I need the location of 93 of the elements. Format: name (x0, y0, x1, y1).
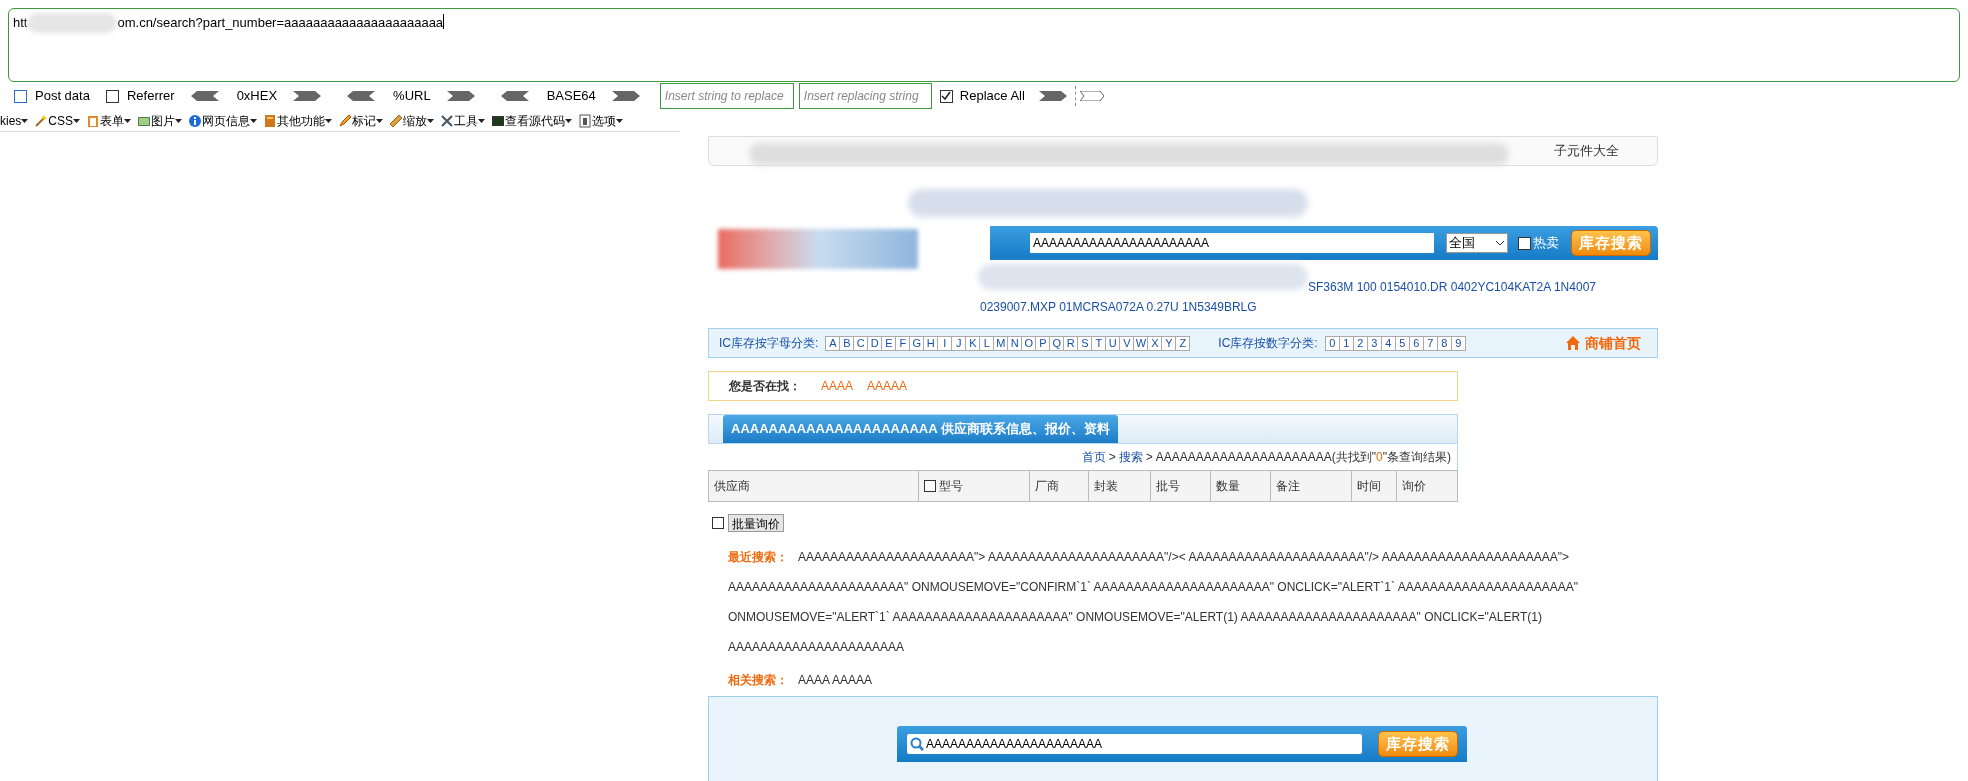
hot-keyword-link[interactable]: 0239007.MXP 01MCRSA072A 0.27U 1N5349BRLG (980, 298, 1257, 316)
right-arrow-icon[interactable] (293, 91, 322, 101)
checkbox[interactable] (1518, 236, 1531, 250)
column-header: 数量 (1209, 471, 1271, 501)
menu-item[interactable]: kies (0, 111, 29, 130)
checkbox[interactable] (712, 517, 724, 529)
column-header: 厂商 (1029, 471, 1088, 501)
chevron-icon (1495, 240, 1505, 246)
caret-icon (325, 118, 333, 123)
menu-item[interactable]: 标记 (352, 111, 384, 130)
related-search-text: AAAA AAAAA (798, 672, 873, 689)
caret-icon (616, 118, 624, 123)
menu-item[interactable]: 表单 (100, 111, 132, 130)
left-arrow-icon[interactable] (500, 91, 529, 101)
menu-item[interactable]: 查看源代码 (505, 111, 573, 130)
checkbox[interactable] (14, 89, 27, 103)
info-icon (188, 113, 203, 128)
search-field[interactable]: AAAAAAAAAAAAAAAAAAAAAA (907, 734, 1362, 754)
checkbox[interactable] (939, 89, 953, 103)
recent-search-text: ONMOUSEMOVE="ALERT`1` AAAAAAAAAAAAAAAAAAAAAA" ONMOUSEMOVE="ALERT(1) AAAAAAAAAAAAAAAAAAAAAA" ONCLICK="ALERT(1) (728, 609, 1542, 626)
right-arrow-icon[interactable] (446, 91, 475, 101)
replace-field[interactable]: Insert string to replace (659, 83, 794, 109)
url-field[interactable]: htt om.cn/search?part_number=aaaaaaaaaaaaaaaaaaaaaa (8, 8, 1960, 82)
digit-link[interactable]: 0 (1324, 335, 1340, 351)
caret-icon (175, 118, 183, 123)
pencil-icon (338, 113, 353, 128)
encoder-label: BASE64 (546, 87, 596, 106)
recent-search-text: AAAAAAAAAAAAAAAAAAAAAA"> AAAAAAAAAAAAAAAAAAAAAA"/>< AAAAAAAAAAAAAAAAAAAAAA"/> AAAAAAAAAAAAAAAAAAAAAA"> (798, 549, 1570, 566)
wand-icon (34, 113, 49, 128)
recent-search-label: 最近搜索： (728, 549, 788, 566)
result-count: 0 (1376, 449, 1383, 466)
search-icon (910, 737, 924, 751)
related-search-label: 相关搜索： (728, 672, 788, 689)
option-label[interactable]: Referrer (126, 86, 175, 106)
category-label: IC库存按字母分类: (719, 335, 819, 352)
recent-search-text: AAAAAAAAAAAAAAAAAAAAAA (728, 639, 905, 656)
menu-item[interactable]: CSS (48, 111, 81, 130)
checkbox[interactable] (105, 89, 119, 103)
breadcrumb-separator: > (1108, 449, 1116, 466)
right-arrow-icon[interactable] (1079, 91, 1104, 101)
breadcrumb-separator: > (1145, 449, 1153, 466)
caret-icon (478, 118, 486, 123)
checkbox-label[interactable]: 热卖 (1533, 233, 1559, 253)
caret-icon (73, 118, 81, 123)
menu-item[interactable]: 网页信息 (202, 111, 258, 130)
column-header: 时间 (1351, 471, 1397, 501)
recent-search-text: AAAAAAAAAAAAAAAAAAAAAA" ONMOUSEMOVE="CONFIRM`1` AAAAAAAAAAAAAAAAAAAAAA" ONCLICK="ALERT`1` AAAAAAAAAAAAAAAAAAAAAA" (728, 579, 1579, 596)
caret-icon (565, 118, 573, 123)
menu-item[interactable]: 图片 (151, 111, 183, 130)
home-icon (1565, 335, 1581, 351)
column-header: 询价 (1396, 471, 1457, 501)
option-label[interactable]: Replace All (959, 86, 1025, 106)
column-header: 型号 (918, 471, 1030, 501)
column-header: 批号 (1149, 471, 1210, 501)
option-label[interactable]: Post data (35, 86, 90, 106)
left-arrow-icon[interactable] (347, 91, 376, 101)
menu-item[interactable]: 其他功能 (277, 111, 333, 130)
page-icon (578, 113, 593, 128)
breadcrumb-text: "条查询结果) (1382, 449, 1451, 466)
breadcrumb-text: AAAAAAAAAAAAAAAAAAAAAA(共找到" (1155, 449, 1377, 466)
caret-icon (124, 118, 132, 123)
category-label: IC库存按数字分类: (1218, 335, 1318, 352)
column-header: 封装 (1087, 471, 1150, 501)
left-arrow-icon[interactable] (190, 91, 219, 101)
section-title: AAAAAAAAAAAAAAAAAAAAAA 供应商联系信息、报价、资料 (723, 415, 1118, 443)
batch-inquiry-button[interactable]: 批量询价 (728, 514, 784, 532)
menu-item[interactable]: 工具 (454, 111, 486, 130)
replacing-field[interactable]: Insert replacing string (798, 83, 932, 109)
hot-keyword-link[interactable]: SF363M 100 0154010.DR 0402YC104KAT2A 1N4007 (1308, 278, 1596, 296)
breadcrumb-link[interactable]: 首页 (1081, 448, 1106, 466)
caret-icon (376, 118, 384, 123)
letter-link[interactable]: Z (1175, 335, 1191, 351)
checkbox[interactable] (924, 480, 937, 492)
top-link[interactable]: 子元件大全 (1554, 141, 1619, 161)
right-arrow-icon[interactable] (611, 91, 640, 101)
caret-icon (250, 118, 258, 123)
column-header: 供应商 (713, 478, 751, 495)
clipboard-icon (86, 113, 101, 128)
ruler-icon (389, 113, 404, 128)
caret-icon (21, 118, 29, 123)
region-select[interactable]: 全国 (1446, 233, 1508, 253)
menu-item[interactable]: 缩放 (403, 111, 435, 130)
search-field[interactable]: AAAAAAAAAAAAAAAAAAAAAA (1030, 233, 1434, 253)
encoder-label: %URL (393, 87, 431, 106)
suggest-label: 您是否在找： (729, 378, 801, 395)
breadcrumb-link[interactable]: 搜索 (1118, 448, 1143, 466)
menu-item[interactable]: 选项 (592, 111, 624, 130)
column-header: 备注 (1270, 471, 1352, 501)
encoder-label: 0xHEX (236, 87, 278, 106)
terminal-icon (491, 113, 506, 128)
caret-icon (427, 118, 435, 123)
book-icon (263, 113, 278, 128)
right-arrow-icon[interactable] (1038, 91, 1067, 101)
